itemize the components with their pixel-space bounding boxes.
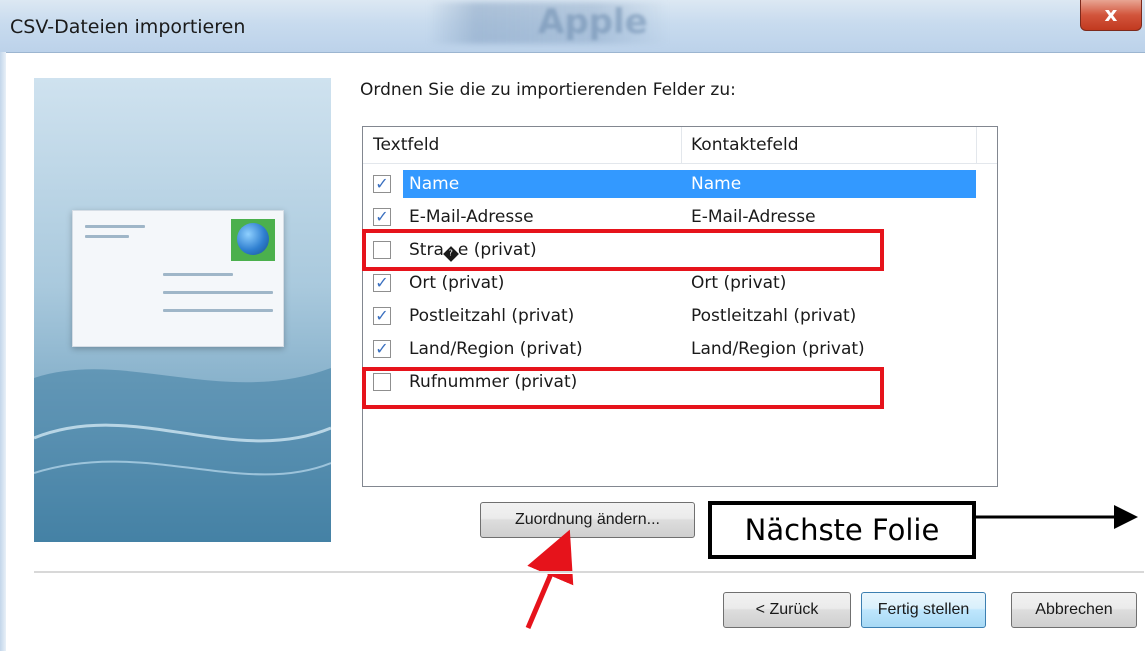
envelope-line <box>85 235 129 238</box>
row-checkbox[interactable]: ✓ <box>373 307 391 325</box>
column-header-kontaktefeld[interactable]: Kontaktefeld <box>691 127 799 163</box>
contact-field-cell: Name <box>691 174 742 194</box>
close-icon: x <box>1104 2 1118 26</box>
import-dialog: Apple CSV-Dateien importieren x Ordnen S… <box>0 0 1145 651</box>
instruction-label: Ordnen Sie die zu importierenden Felder … <box>360 80 736 100</box>
list-item[interactable]: ✓ Land/Region (privat) Land/Region (priv… <box>363 333 997 366</box>
change-mapping-button[interactable]: Zuordnung ändern... <box>480 502 695 538</box>
envelope-line <box>85 225 145 228</box>
text-field-cell: Land/Region (privat) <box>409 339 583 359</box>
highlight-box-rufnummer <box>362 367 884 409</box>
row-checkbox[interactable]: ✓ <box>373 274 391 292</box>
envelope-icon <box>72 210 284 347</box>
finish-button[interactable]: Fertig stellen <box>861 592 986 628</box>
title-bar: Apple CSV-Dateien importieren x <box>0 0 1145 53</box>
envelope-line <box>163 309 273 312</box>
wizard-side-image <box>34 78 331 542</box>
list-header: Textfeld Kontaktefeld <box>363 127 997 164</box>
checkmark-icon: ✓ <box>375 273 389 292</box>
text-field-cell: E-Mail-Adresse <box>409 207 534 227</box>
back-button[interactable]: < Zurück <box>723 592 851 628</box>
row-checkbox[interactable]: ✓ <box>373 340 391 358</box>
contact-field-cell: E-Mail-Adresse <box>691 207 816 227</box>
next-slide-label: Nächste Folie <box>708 501 976 559</box>
column-separator[interactable] <box>976 127 977 163</box>
contact-field-cell: Ort (privat) <box>691 273 787 293</box>
field-mapping-list[interactable]: Textfeld Kontaktefeld ✓ Name Name ✓ E-Ma… <box>362 126 998 487</box>
text-field-cell: Postleitzahl (privat) <box>409 306 575 326</box>
footer-separator <box>34 571 1144 574</box>
row-checkbox[interactable]: ✓ <box>373 208 391 226</box>
window-frame-edge <box>0 52 6 651</box>
checkmark-icon: ✓ <box>375 207 389 226</box>
cancel-button[interactable]: Abbrechen <box>1011 592 1137 628</box>
envelope-line <box>163 291 273 294</box>
envelope-line <box>163 273 233 276</box>
list-item[interactable]: ✓ Postleitzahl (privat) Postleitzahl (pr… <box>363 300 997 333</box>
contact-field-cell: Land/Region (privat) <box>691 339 865 359</box>
close-button[interactable]: x <box>1080 0 1142 31</box>
red-arrow <box>525 529 574 629</box>
contact-field-cell: Postleitzahl (privat) <box>691 306 857 326</box>
text-field-cell: Name <box>409 174 460 194</box>
list-item[interactable]: ✓ Name Name <box>363 168 997 201</box>
column-separator[interactable] <box>681 127 682 163</box>
window-title: CSV-Dateien importieren <box>10 16 246 38</box>
checkmark-icon: ✓ <box>375 339 389 358</box>
background-app-ghost-text: Apple <box>538 2 648 42</box>
list-item[interactable]: ✓ Ort (privat) Ort (privat) <box>363 267 997 300</box>
column-header-textfeld[interactable]: Textfeld <box>373 127 439 163</box>
text-field-cell: Ort (privat) <box>409 273 505 293</box>
row-checkbox[interactable]: ✓ <box>373 175 391 193</box>
globe-icon <box>237 223 269 255</box>
selection-highlight <box>403 170 976 198</box>
highlight-box-strasse <box>362 229 884 271</box>
checkmark-icon: ✓ <box>375 306 389 325</box>
checkmark-icon: ✓ <box>375 174 389 193</box>
